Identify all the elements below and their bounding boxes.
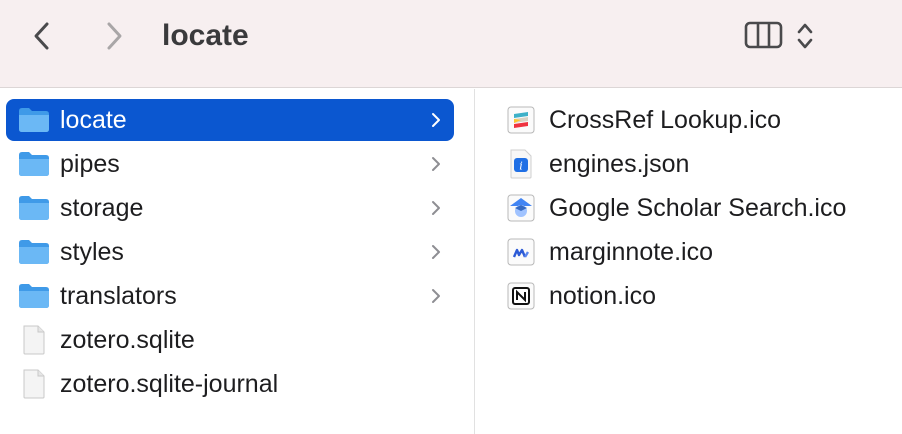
chevron-updown-icon [797, 23, 813, 49]
list-item-file[interactable]: zotero.sqlite [6, 319, 454, 361]
window-title: locate [162, 19, 249, 52]
google-scholar-icon [505, 193, 537, 223]
column-view-icon [744, 21, 783, 49]
item-label: zotero.sqlite [60, 325, 195, 354]
back-button[interactable] [28, 18, 56, 54]
disclosure-chevron-icon [432, 289, 440, 303]
item-label: styles [60, 237, 124, 266]
folder-icon [18, 149, 50, 179]
list-item-folder[interactable]: locate [6, 99, 454, 141]
folder-icon [18, 105, 50, 135]
list-item-file[interactable]: zotero.sqlite-journal [6, 363, 454, 405]
list-item-folder[interactable]: styles [6, 231, 454, 273]
list-item-file[interactable]: notion.ico [505, 275, 902, 317]
folder-icon [18, 281, 50, 311]
item-label: pipes [60, 149, 120, 178]
list-item-file[interactable]: Google Scholar Search.ico [505, 187, 902, 229]
contents-column: CrossRef Lookup.ico i engines.json Googl… [475, 89, 902, 434]
item-label: storage [60, 193, 144, 222]
disclosure-chevron-icon [432, 201, 440, 215]
item-label: notion.ico [549, 281, 657, 310]
view-mode-button[interactable] [744, 20, 784, 50]
parent-column: locate pipes storage styles translators [0, 89, 475, 434]
toolbar: locate [0, 0, 902, 88]
item-label: marginnote.ico [549, 237, 713, 266]
crossref-icon [505, 105, 537, 135]
chevron-right-icon [107, 22, 122, 50]
folder-icon [18, 237, 50, 267]
list-item-folder[interactable]: translators [6, 275, 454, 317]
disclosure-chevron-icon [432, 113, 440, 127]
list-item-file[interactable]: marginnote.ico [505, 231, 902, 273]
chevron-left-icon [34, 22, 49, 50]
svg-text:i: i [519, 160, 523, 173]
item-label: Google Scholar Search.ico [549, 193, 847, 222]
item-label: engines.json [549, 149, 690, 178]
folder-icon [18, 193, 50, 223]
document-icon [18, 325, 50, 355]
list-item-file[interactable]: i engines.json [505, 143, 902, 185]
notion-icon [505, 281, 537, 311]
disclosure-chevron-icon [432, 157, 440, 171]
list-item-file[interactable]: CrossRef Lookup.ico [505, 99, 902, 141]
json-file-icon: i [505, 149, 537, 179]
item-label: translators [60, 281, 177, 310]
item-label: zotero.sqlite-journal [60, 369, 279, 398]
marginnote-icon [505, 237, 537, 267]
list-item-folder[interactable]: pipes [6, 143, 454, 185]
document-icon [18, 369, 50, 399]
view-options-button[interactable] [795, 20, 815, 52]
item-label: locate [60, 105, 127, 134]
item-label: CrossRef Lookup.ico [549, 105, 782, 134]
forward-button[interactable] [100, 18, 128, 54]
list-item-folder[interactable]: storage [6, 187, 454, 229]
disclosure-chevron-icon [432, 245, 440, 259]
